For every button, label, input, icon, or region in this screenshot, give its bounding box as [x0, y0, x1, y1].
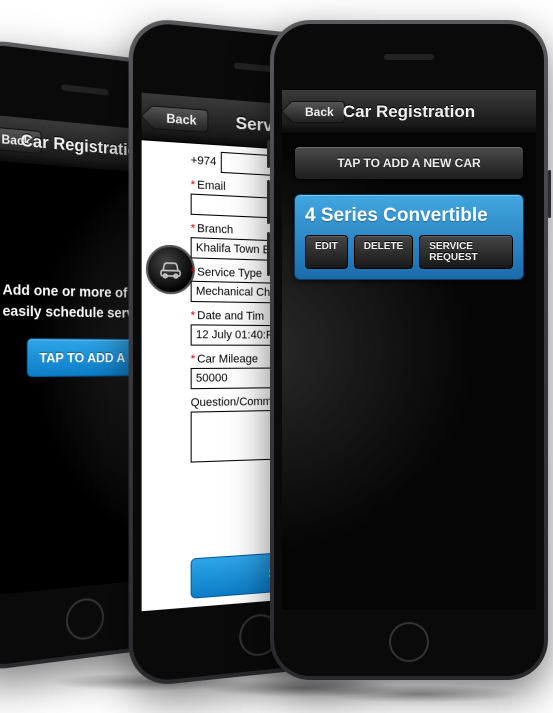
phone-prefix: +974 [191, 154, 217, 168]
car-card[interactable]: 4 Series Convertible EDIT DELETE SERVICE… [294, 194, 524, 280]
car-name: 4 Series Convertible [305, 205, 513, 227]
screen-car-registration-list: Back Car Registration TAP TO ADD A NEW C… [282, 90, 536, 610]
edit-button[interactable]: EDIT [305, 235, 348, 269]
back-button[interactable]: Back [0, 125, 41, 153]
home-button[interactable] [389, 622, 429, 662]
back-label: Back [166, 110, 196, 127]
delete-button[interactable]: DELETE [354, 235, 413, 269]
back-button[interactable]: Back [150, 105, 208, 133]
service-type-label: Service Type [197, 266, 262, 280]
email-label: Email [197, 179, 225, 193]
question-label: Question/Comm [191, 396, 272, 410]
mileage-label: Car Mileage [197, 353, 258, 366]
branch-label: Branch [197, 222, 233, 236]
date-time-label: Date and Tim [197, 310, 264, 323]
car-actions: EDIT DELETE SERVICE REQUEST [305, 235, 513, 269]
tap-to-add-button[interactable]: TAP TO ADD A NEW CAR [294, 146, 524, 180]
back-label: Back [305, 105, 334, 119]
service-request-button[interactable]: SERVICE REQUEST [419, 235, 513, 269]
back-button[interactable]: Back [290, 101, 345, 123]
back-label: Back [1, 131, 30, 148]
nav-bar: Back Car Registration [282, 90, 536, 134]
three-phone-mockup: Back Car Registration Add one or more of… [0, 0, 553, 713]
phone-right: Back Car Registration TAP TO ADD A NEW C… [270, 20, 548, 680]
